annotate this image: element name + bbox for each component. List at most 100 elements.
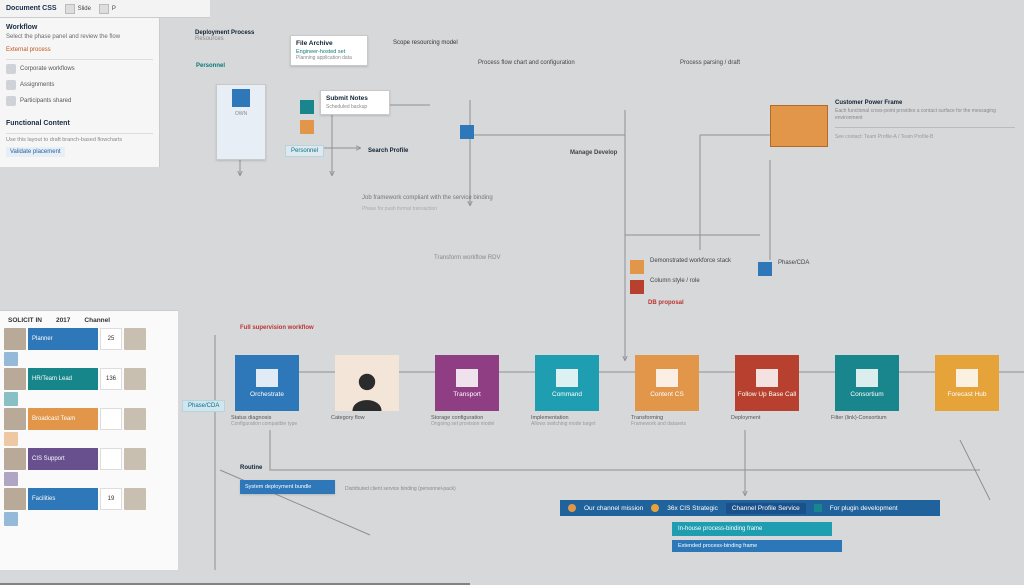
status-bar: Our channel mission 36x CIS Strategic Ch… [560, 500, 940, 516]
toolbar-button-b[interactable] [99, 4, 109, 14]
top-line-2: Process parsing / draft [680, 60, 740, 66]
grid-value [100, 408, 122, 430]
tall-card[interactable]: OWN [216, 84, 266, 160]
panel-item-0-label: Corporate workflows [20, 66, 75, 72]
status-4: For plugin development [830, 505, 898, 512]
avatar [124, 328, 146, 350]
side-tag: Phase/CDA [778, 260, 809, 266]
grid-row[interactable]: CIS Support [4, 448, 174, 470]
photo-thumb[interactable] [770, 105, 828, 147]
sub-bar-2[interactable]: Extended process-binding frame [672, 540, 842, 552]
tile-caption: TransformingFramework and datasets [631, 415, 711, 427]
left-panel: Workflow Select the phase panel and revi… [0, 18, 160, 167]
routine-title: Routine [240, 465, 262, 471]
panel-item-1[interactable]: Assignments [6, 80, 153, 90]
blue-icon-2 [758, 262, 772, 276]
person-tile[interactable] [335, 355, 399, 411]
avatar [124, 368, 146, 390]
status-1: Our channel mission [584, 505, 643, 512]
square-icon [232, 89, 250, 107]
mini-icon [4, 432, 18, 446]
status-3[interactable]: Channel Profile Service [726, 503, 806, 514]
personnel-chip[interactable]: Personnel [285, 145, 324, 157]
workflow-tile[interactable]: Follow Up Base Call [735, 355, 799, 411]
mini-icon [4, 352, 18, 366]
devops-label: Manage Develop [570, 150, 617, 156]
grid-h2: 2017 [56, 317, 70, 324]
avatar [4, 368, 26, 390]
panel-section2: Functional Content [6, 120, 153, 127]
row-orange: DB proposal [648, 300, 684, 306]
tile-caption: Status diagnosisConfiguration compatible… [231, 415, 311, 427]
teal-icon [300, 100, 314, 114]
flow-hdr: Transform workflow RDV [434, 255, 500, 261]
grid-row[interactable]: Broadcast Team [4, 408, 174, 430]
avatar [4, 448, 26, 470]
top-toolbar: Document CSS Slide P [0, 0, 210, 18]
tile-icon [256, 369, 278, 387]
tile-icon [856, 369, 878, 387]
row-tag-1: Demonstrated workforce stack [650, 258, 770, 264]
grid-h1: SOLICIT IN [8, 317, 42, 324]
routine-sub2: Distributed client service binding (pers… [345, 486, 515, 492]
card-submit[interactable]: Submit Notes Scheduled backup [320, 90, 390, 115]
red-icon [630, 280, 644, 294]
grid-row[interactable]: HR/Team Lead136 [4, 368, 174, 390]
workflow-tile[interactable]: Content CS [635, 355, 699, 411]
tile-label: Consortium [850, 391, 883, 398]
phase-chip[interactable]: Phase/CDA [182, 400, 225, 412]
tile-label: Command [552, 391, 582, 398]
status-dot-icon [568, 504, 576, 512]
tile-icon [656, 369, 678, 387]
scope-label: Scope resourcing model [393, 40, 458, 46]
toolbar-label-a: Slide [78, 6, 91, 12]
grid-value [100, 448, 122, 470]
status-2: 36x CIS Strategic [667, 505, 718, 512]
workflow-tile[interactable]: Transport [435, 355, 499, 411]
workflow-tile[interactable]: Consortium [835, 355, 899, 411]
app-title: Document CSS [6, 5, 57, 12]
grid-tile: CIS Support [28, 448, 98, 470]
personnel-label: Personnel [196, 63, 225, 69]
tile-label: Transport [453, 391, 481, 398]
routine-card[interactable]: System deployment bundle [240, 480, 335, 494]
panel-item-0[interactable]: Corporate workflows [6, 64, 153, 74]
panel-item-2[interactable]: Participants shared [6, 96, 153, 106]
panel-chip[interactable]: Validate placement [6, 147, 65, 157]
tile-icon [956, 369, 978, 387]
tile-caption: Deployment [731, 415, 811, 421]
avatar [4, 488, 26, 510]
panel-note: Use this layout to draft branch-based fl… [6, 133, 153, 143]
grid-value: 136 [100, 368, 122, 390]
card-file-archive[interactable]: File Archive Engineer-hosted set Plannin… [290, 35, 368, 66]
panel-link[interactable]: External process [6, 47, 153, 53]
tile-icon [456, 369, 478, 387]
tile-icon [756, 369, 778, 387]
sub-bar-1[interactable]: In-house process-binding frame [672, 522, 832, 536]
red-flow-tag: Full supervision workflow [240, 325, 314, 331]
workflow-tile[interactable]: Forecast Hub [935, 355, 999, 411]
avatar [4, 328, 26, 350]
grid-tile: Planner [28, 328, 98, 350]
workflow-tile[interactable]: Orchestrate [235, 355, 299, 411]
mini-icon [4, 512, 18, 526]
grid-tile: Facilities [28, 488, 98, 510]
tile-caption: Category flow [331, 415, 411, 421]
tile-caption: Filter (link)-Consortium [831, 415, 911, 421]
tile-label: Follow Up Base Call [738, 391, 797, 398]
mid-sub: Phase for push format transaction [362, 206, 562, 212]
toolbar-button-a[interactable] [65, 4, 75, 14]
grid-h3: Channel [84, 317, 110, 324]
row-tag-2: Column style / role [650, 278, 750, 284]
grid-row[interactable]: Facilities19 [4, 488, 174, 510]
tile-caption: ImplementationAllows switching mode targ… [531, 415, 611, 427]
panel-item-2-label: Participants shared [20, 98, 71, 104]
grid-row[interactable]: Planner25 [4, 328, 174, 350]
avatar [4, 408, 26, 430]
doc-icon [6, 80, 16, 90]
workflow-tile[interactable]: Command [535, 355, 599, 411]
tile-label: Content CS [650, 391, 684, 398]
search-label: Search Profile [368, 148, 408, 154]
panel-item-1-label: Assignments [20, 82, 54, 88]
photo-block: Customer Power Frame Each functional cro… [835, 100, 1015, 140]
